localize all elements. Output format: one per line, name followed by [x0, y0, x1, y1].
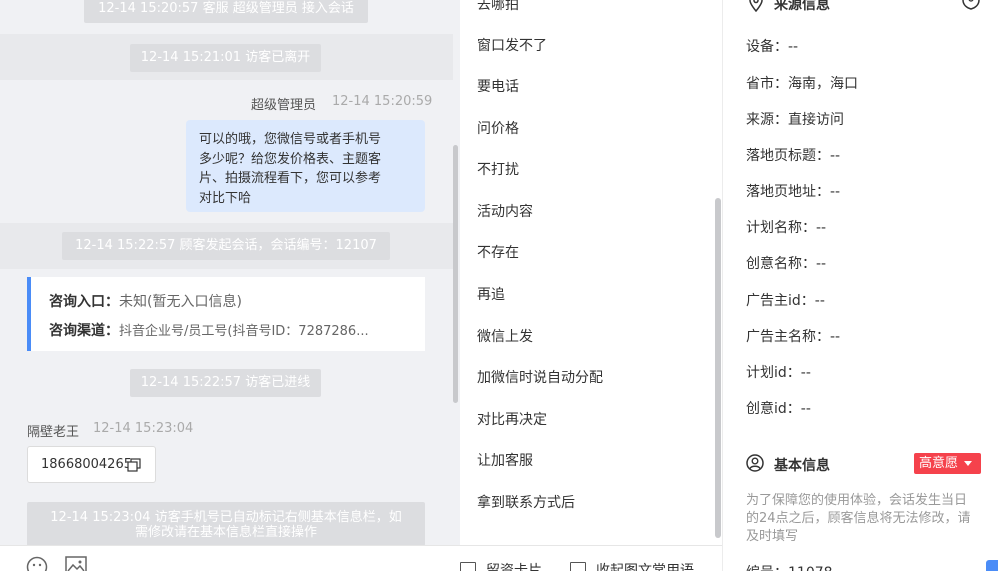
- source-info-row: 计划id：--: [746, 365, 811, 381]
- source-info-row: 设备：--: [746, 39, 799, 55]
- image-icon[interactable]: [65, 556, 87, 571]
- agent-message-line: 片、拍摄流程看下，您可以参考: [199, 171, 382, 186]
- phrase-item[interactable]: 窗口发不了: [477, 35, 547, 55]
- phrase-item[interactable]: 让加客服: [477, 450, 533, 470]
- source-info-row: 落地页地址：--: [746, 184, 841, 200]
- notice-line: 及时填写: [746, 529, 799, 544]
- phrase-item[interactable]: 拿到联系方式后: [477, 492, 575, 512]
- chat-panel: 12-14 15:20:57 客服 超级管理员 接入会话 12-14 15:21…: [0, 0, 460, 545]
- phrase-item[interactable]: 加微信时说自动分配: [477, 367, 603, 387]
- source-info-row: 广告主名称：--: [746, 329, 841, 345]
- emoji-icon[interactable]: [26, 556, 48, 571]
- intent-badge-label: 高意愿: [919, 456, 959, 471]
- chat-scrollbar[interactable]: [453, 145, 458, 403]
- system-message-session: 12-14 15:22:57 顾客发起会话，会话编号：12107: [62, 232, 390, 260]
- phrase-item[interactable]: 不打扰: [477, 159, 519, 179]
- phrase-item[interactable]: 对比再决定: [477, 409, 547, 429]
- phrase-item[interactable]: 要电话: [477, 76, 519, 96]
- agent-message-bubble: 可以的哦，您微信号或者手机号 多少呢？给您发价格表、主题客 片、拍摄流程看下，您…: [186, 120, 425, 212]
- agent-message-line: 可以的哦，您微信号或者手机号: [199, 132, 382, 147]
- chat-input-toolbar: [0, 545, 460, 571]
- agent-time: 12-14 15:20:59: [332, 94, 433, 109]
- phrase-item[interactable]: 问价格: [477, 118, 519, 138]
- source-info-row: 创意id：--: [746, 401, 811, 417]
- lead-card-button[interactable]: 留资卡片: [486, 560, 542, 571]
- source-info-row: 来源：直接访问: [746, 112, 844, 128]
- user-icon: [746, 454, 764, 472]
- system-message-leave: 12-14 15:21:01 访客已离开: [130, 44, 321, 72]
- location-pin-icon: [748, 0, 764, 13]
- system-message-phone-line: 12-14 15:23:04 访客手机号已自动标记右侧基本信息栏，如: [50, 510, 402, 525]
- phrase-item[interactable]: 活动内容: [477, 201, 533, 221]
- collapse-icon: [570, 562, 586, 571]
- phrase-item[interactable]: 不存在: [477, 242, 519, 262]
- customer-info-panel: 来源信息 设备：-- 省市：海南，海口 来源：直接访问 落地页标题：-- 落地页…: [722, 0, 998, 571]
- source-info-row: 创意名称：--: [746, 256, 827, 272]
- phrase-item[interactable]: 去哪拍: [477, 0, 519, 14]
- system-message-phone-line: 需修改请在基本信息栏直接操作: [134, 525, 317, 540]
- corner-floating-button[interactable]: [986, 560, 998, 571]
- system-message-phone: 12-14 15:23:04 访客手机号已自动标记右侧基本信息栏，如 需修改请在…: [27, 502, 425, 545]
- consult-info-card: 咨询入口：未知(暂无入口信息) 咨询渠道：抖音企业号/员工号(抖音号ID：728…: [27, 277, 425, 351]
- basic-info-notice: 为了保障您的使用体验，会话发生当日 的24点之后，顾客信息将无法修改，请 及时填…: [746, 492, 971, 546]
- quick-phrase-panel: 去哪拍 窗口发不了 要电话 问价格 不打扰 活动内容 不存在 再追 微信上发 加…: [460, 0, 722, 545]
- consult-entry-label: 咨询入口：: [49, 294, 119, 310]
- visitor-time: 12-14 15:23:04: [93, 421, 194, 436]
- visitor-message-bubble: 18668004265: [27, 446, 156, 483]
- notice-line: 的24点之后，顾客信息将无法修改，请: [746, 511, 971, 526]
- phrase-scrollbar[interactable]: [715, 198, 721, 538]
- consult-channel-value: 抖音企业号/员工号(抖音号ID：7287286...: [119, 324, 369, 339]
- visitor-name: 隔壁老王: [27, 425, 80, 440]
- source-info-title: 来源信息: [774, 0, 830, 13]
- agent-message-line: 多少呢？给您发价格表、主题客: [199, 151, 382, 167]
- collapse-phrases-button[interactable]: 收起图文常用语: [596, 560, 694, 571]
- notice-line: 为了保障您的使用体验，会话发生当日: [746, 493, 968, 508]
- system-message-enter: 12-14 15:22:57 访客已进线: [130, 369, 321, 397]
- shield-icon[interactable]: [961, 0, 981, 10]
- customer-id-row: 编号：11078: [746, 562, 833, 571]
- system-message-join: 12-14 15:20:57 客服 超级管理员 接入会话: [84, 0, 368, 23]
- source-info-row: 落地页标题：--: [746, 148, 841, 164]
- phrase-bottom-bar: 留资卡片 收起图文常用语: [460, 545, 722, 571]
- consult-channel-label: 咨询渠道：: [49, 323, 119, 339]
- visitor-message-text: 18668004265: [41, 457, 132, 472]
- phrase-item[interactable]: 微信上发: [477, 326, 533, 346]
- basic-info-title: 基本信息: [774, 458, 830, 474]
- source-info-row: 省市：海南，海口: [746, 76, 858, 92]
- agent-message-line: 对比下哈: [199, 190, 252, 206]
- consult-entry-value: 未知(暂无入口信息): [119, 294, 242, 310]
- agent-name: 超级管理员: [251, 98, 317, 113]
- caret-down-icon: [964, 461, 973, 466]
- card-icon: [460, 562, 476, 571]
- source-info-row: 计划名称：--: [746, 220, 827, 236]
- phrase-item[interactable]: 再追: [477, 284, 505, 304]
- copy-icon[interactable]: [127, 458, 141, 472]
- source-info-row: 广告主id：--: [746, 293, 825, 309]
- intent-badge[interactable]: 高意愿: [914, 453, 981, 474]
- app-root: 12-14 15:20:57 客服 超级管理员 接入会话 12-14 15:21…: [0, 0, 998, 571]
